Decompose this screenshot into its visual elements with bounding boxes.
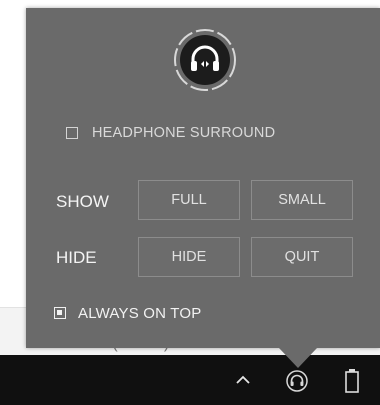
- always-on-top-checkbox[interactable]: [54, 307, 66, 319]
- hide-button[interactable]: HIDE: [138, 237, 240, 277]
- full-button[interactable]: FULL: [138, 180, 240, 220]
- headphone-surround-toggle[interactable]: HEADPHONE SURROUND: [66, 123, 275, 143]
- show-row-label: SHOW: [56, 192, 109, 211]
- headphones-tray-glyph: [286, 370, 308, 392]
- popup-caret: [279, 348, 317, 368]
- quit-button[interactable]: QUIT: [251, 237, 353, 277]
- screen: Windows (CR LF) UTF-8-BOM: [0, 0, 380, 405]
- headphone-surround-checkbox[interactable]: [66, 127, 78, 139]
- battery-glyph: [345, 369, 359, 393]
- taskbar: [0, 355, 380, 405]
- always-on-top-label: ALWAYS ON TOP: [78, 304, 202, 322]
- audio-popup-panel: HEADPHONE SURROUND SHOW FULL SMALL HIDE …: [26, 8, 380, 348]
- hide-row-label: HIDE: [56, 248, 97, 267]
- headphones-tray-icon[interactable]: [286, 370, 308, 392]
- headphone-surround-label: HEADPHONE SURROUND: [92, 125, 276, 141]
- battery-icon[interactable]: [344, 368, 360, 394]
- headphones-logo-glyph: [174, 29, 236, 91]
- small-button[interactable]: SMALL: [251, 180, 353, 220]
- always-on-top-toggle[interactable]: ALWAYS ON TOP: [54, 303, 201, 323]
- chevron-up-icon[interactable]: [232, 369, 254, 391]
- chevron-up-glyph: [236, 375, 250, 384]
- headphones-logo-icon: [173, 28, 237, 92]
